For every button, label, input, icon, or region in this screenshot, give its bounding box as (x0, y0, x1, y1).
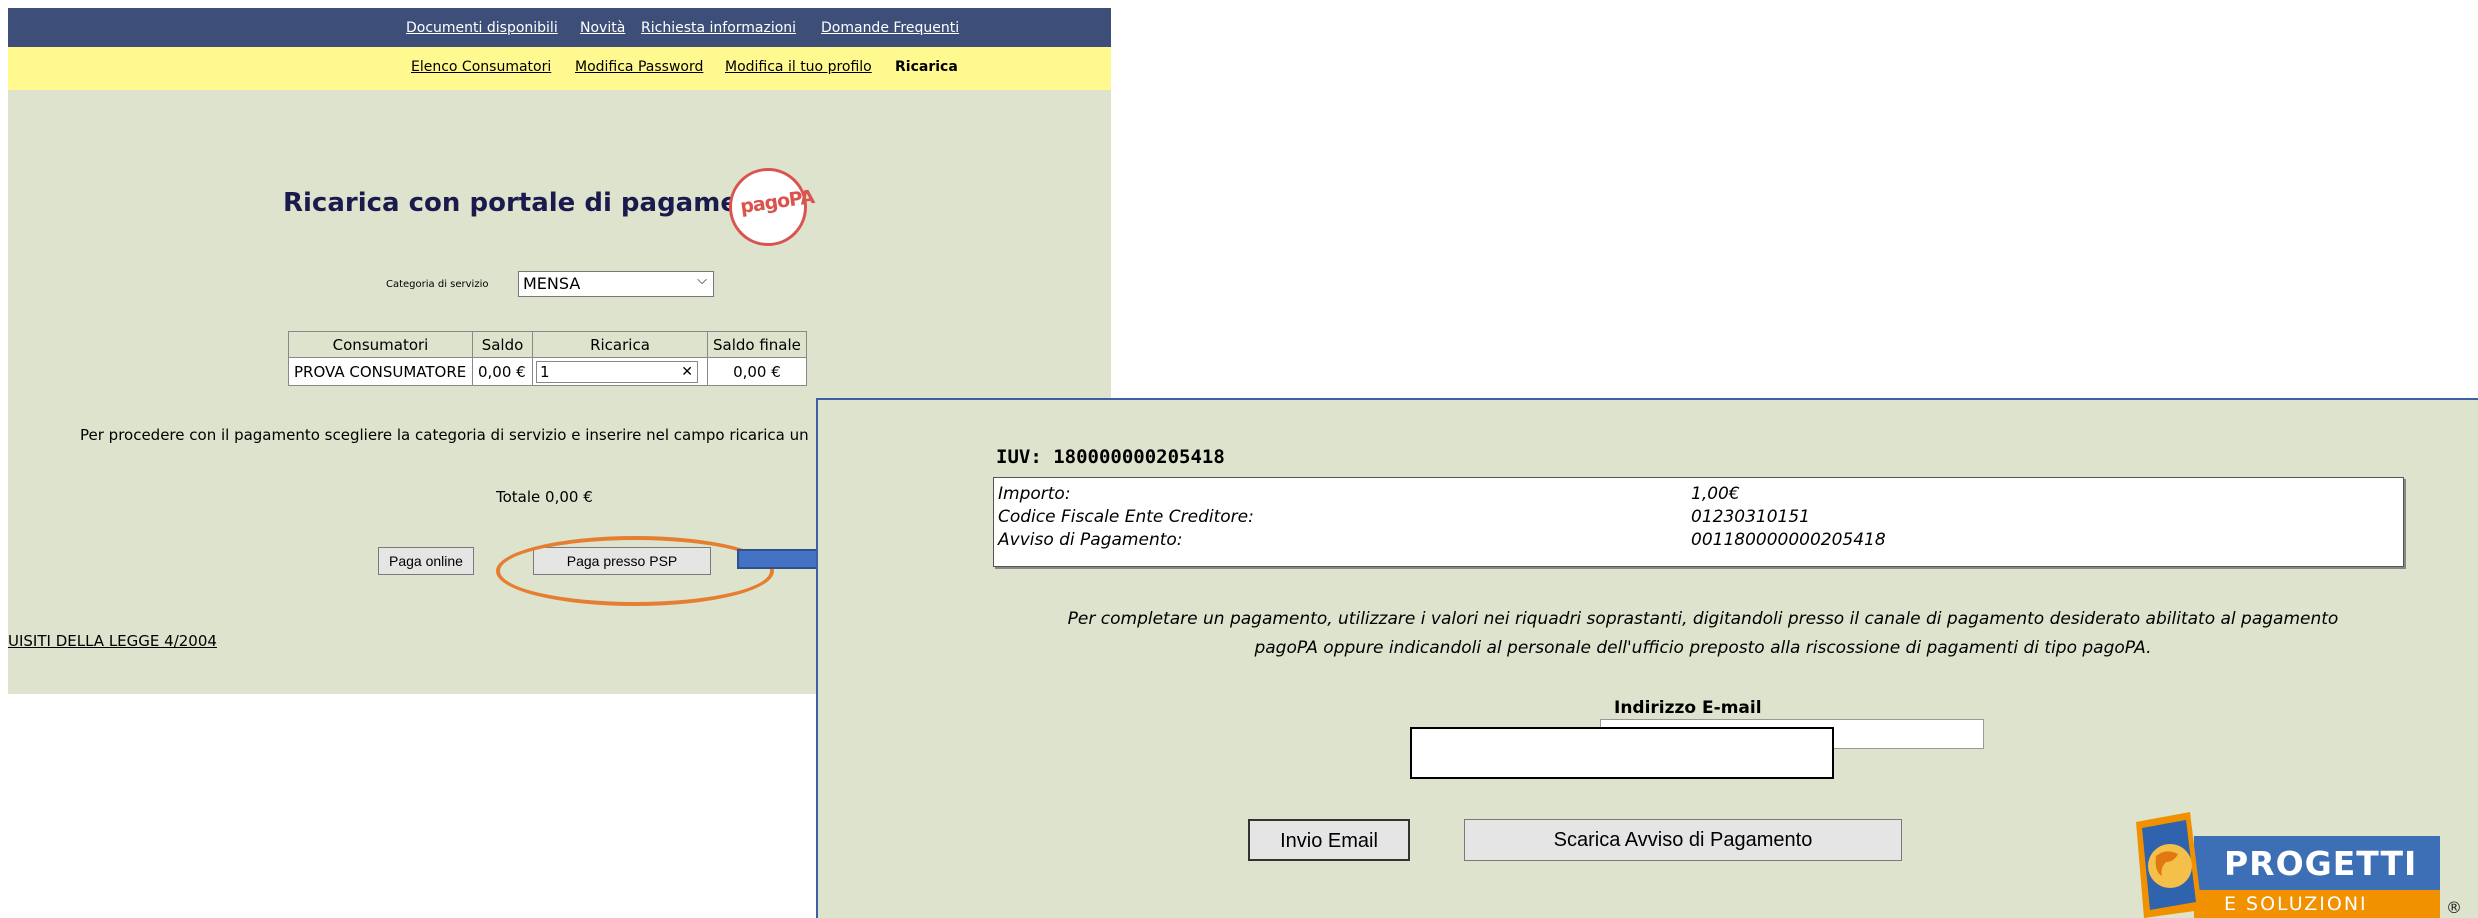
col-header-saldo-finale: Saldo finale (707, 331, 807, 358)
iuv-title: IUV: 180000000205418 (996, 446, 1225, 468)
nav-item-ricarica-active: Ricarica (895, 59, 958, 75)
nav-link-faq[interactable]: Domande Frequenti (821, 20, 959, 36)
pagopa-logo: pagoPA (729, 168, 815, 246)
top-nav-bar: Documenti disponibili Novità Richiesta i… (8, 8, 1111, 47)
category-select-value: MENSA (523, 274, 581, 293)
label-codice-fiscale: Codice Fiscale Ente Creditore: (998, 507, 1254, 527)
scarica-avviso-button[interactable]: Scarica Avviso di Pagamento (1464, 819, 1902, 861)
payment-instructions-line-2: pagoPA oppure indicandoli al personale d… (1254, 638, 2152, 658)
consumer-table: Consumatori Saldo Ricarica Saldo finale … (288, 331, 807, 386)
accessibility-law-link[interactable]: UISITI DELLA LEGGE 4/2004 (8, 632, 217, 650)
registered-mark: ® (2446, 898, 2462, 917)
nav-link-modifica-profilo[interactable]: Modifica il tuo profilo (725, 59, 872, 75)
nav-link-documenti[interactable]: Documenti disponibili (406, 20, 558, 36)
table-header-row: Consumatori Saldo Ricarica Saldo finale (288, 331, 807, 358)
value-avviso: 001180000000205418 (1691, 530, 1886, 550)
sub-nav-bar: Elenco Consumatori Modifica Password Mod… (8, 47, 1111, 90)
paga-online-button[interactable]: Paga online (378, 547, 474, 575)
highlight-ellipse (496, 536, 774, 606)
col-header-saldo: Saldo (472, 331, 533, 358)
col-header-consumatori: Consumatori (288, 331, 473, 358)
pagopa-logo-text: pagoPA (738, 185, 816, 219)
label-avviso: Avviso di Pagamento: (998, 530, 1183, 550)
brand-subtitle: E SOLUZIONI (2224, 893, 2368, 915)
label-importo: Importo: (998, 484, 1071, 504)
cell-saldo: 0,00 € (472, 357, 533, 386)
total-value: 0,00 € (545, 488, 593, 506)
col-header-ricarica: Ricarica (532, 331, 708, 358)
chevron-down-icon: ⌵ (697, 273, 707, 288)
redaction-box (1410, 727, 1834, 779)
invio-email-button[interactable]: Invio Email (1248, 819, 1410, 861)
cell-ricarica: 1 ✕ (532, 357, 708, 386)
cell-saldo-finale: 0,00 € (707, 357, 807, 386)
category-label: Categoria di servizio (386, 279, 489, 290)
payment-details-box: Importo: 1,00€ Codice Fiscale Ente Credi… (993, 477, 2404, 567)
nav-link-richiesta[interactable]: Richiesta informazioni (641, 20, 796, 36)
page-title: Ricarica con portale di pagamento (283, 188, 787, 218)
table-row: PROVA CONSUMATORE 0,00 € 1 ✕ 0,00 € (288, 357, 807, 386)
nav-link-modifica-password[interactable]: Modifica Password (575, 59, 703, 75)
category-select[interactable]: MENSA ⌵ (518, 271, 714, 297)
nav-link-elenco-consumatori[interactable]: Elenco Consumatori (411, 59, 551, 75)
payment-instructions-line-1: Per completare un pagamento, utilizzare … (1067, 609, 2339, 629)
ricarica-input-value: 1 (540, 362, 550, 381)
payment-instructions: Per completare un pagamento, utilizzare … (973, 605, 2433, 663)
instructions-text: Per procedere con il pagamento scegliere… (80, 426, 809, 444)
value-importo: 1,00€ (1691, 484, 1740, 504)
ricarica-input[interactable]: 1 ✕ (536, 360, 698, 383)
total-label: Totale (496, 488, 541, 506)
globe-icon (2136, 812, 2202, 918)
clear-icon[interactable]: ✕ (681, 362, 693, 382)
total: Totale 0,00 € (496, 488, 593, 506)
value-codice-fiscale: 01230310151 (1691, 507, 1810, 527)
progetti-soluzioni-logo: PROGETTI E SOLUZIONI ® (2110, 808, 2472, 918)
brand-name: PROGETTI (2224, 844, 2418, 883)
email-label: Indirizzo E-mail (1614, 698, 1762, 718)
cell-consumer: PROVA CONSUMATORE (288, 357, 473, 386)
nav-link-novita[interactable]: Novità (580, 20, 625, 36)
